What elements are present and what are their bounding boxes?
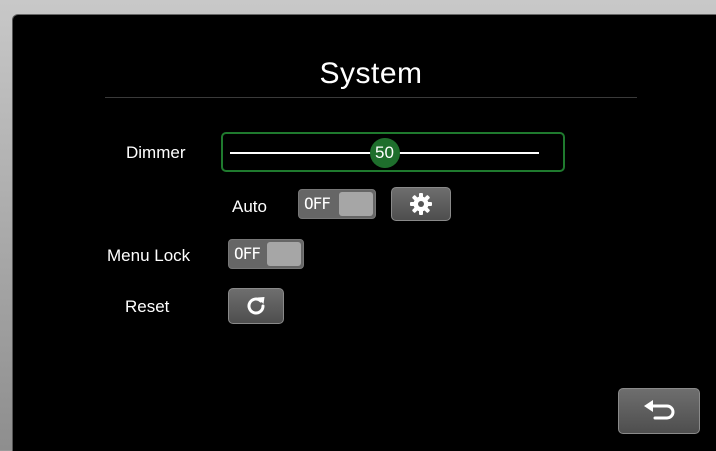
back-arrow-icon — [644, 400, 675, 420]
page-title: System — [319, 57, 423, 90]
title-divider — [105, 97, 637, 98]
menu-lock-toggle[interactable]: OFF — [228, 239, 304, 269]
menu-lock-toggle-knob — [267, 242, 301, 266]
back-button[interactable] — [618, 388, 700, 434]
refresh-icon — [247, 297, 265, 315]
auto-toggle-knob — [339, 192, 373, 216]
reset-button[interactable] — [228, 288, 284, 324]
auto-toggle[interactable]: OFF — [298, 189, 376, 219]
reset-label: Reset — [125, 297, 170, 316]
dimmer-slider[interactable]: 50 — [221, 132, 565, 172]
auto-settings-button[interactable] — [391, 187, 451, 221]
dimmer-slider-thumb[interactable]: 50 — [369, 138, 400, 168]
dimmer-label: Dimmer — [126, 143, 186, 162]
auto-label: Auto — [232, 197, 267, 216]
gear-icon — [410, 193, 432, 215]
system-screen: System Dimmer 50 Auto OFF Menu Lock OFF … — [12, 14, 716, 451]
menu-lock-label: Menu Lock — [107, 246, 191, 265]
auto-toggle-state: OFF — [304, 194, 331, 213]
menu-lock-toggle-state: OFF — [234, 244, 261, 263]
